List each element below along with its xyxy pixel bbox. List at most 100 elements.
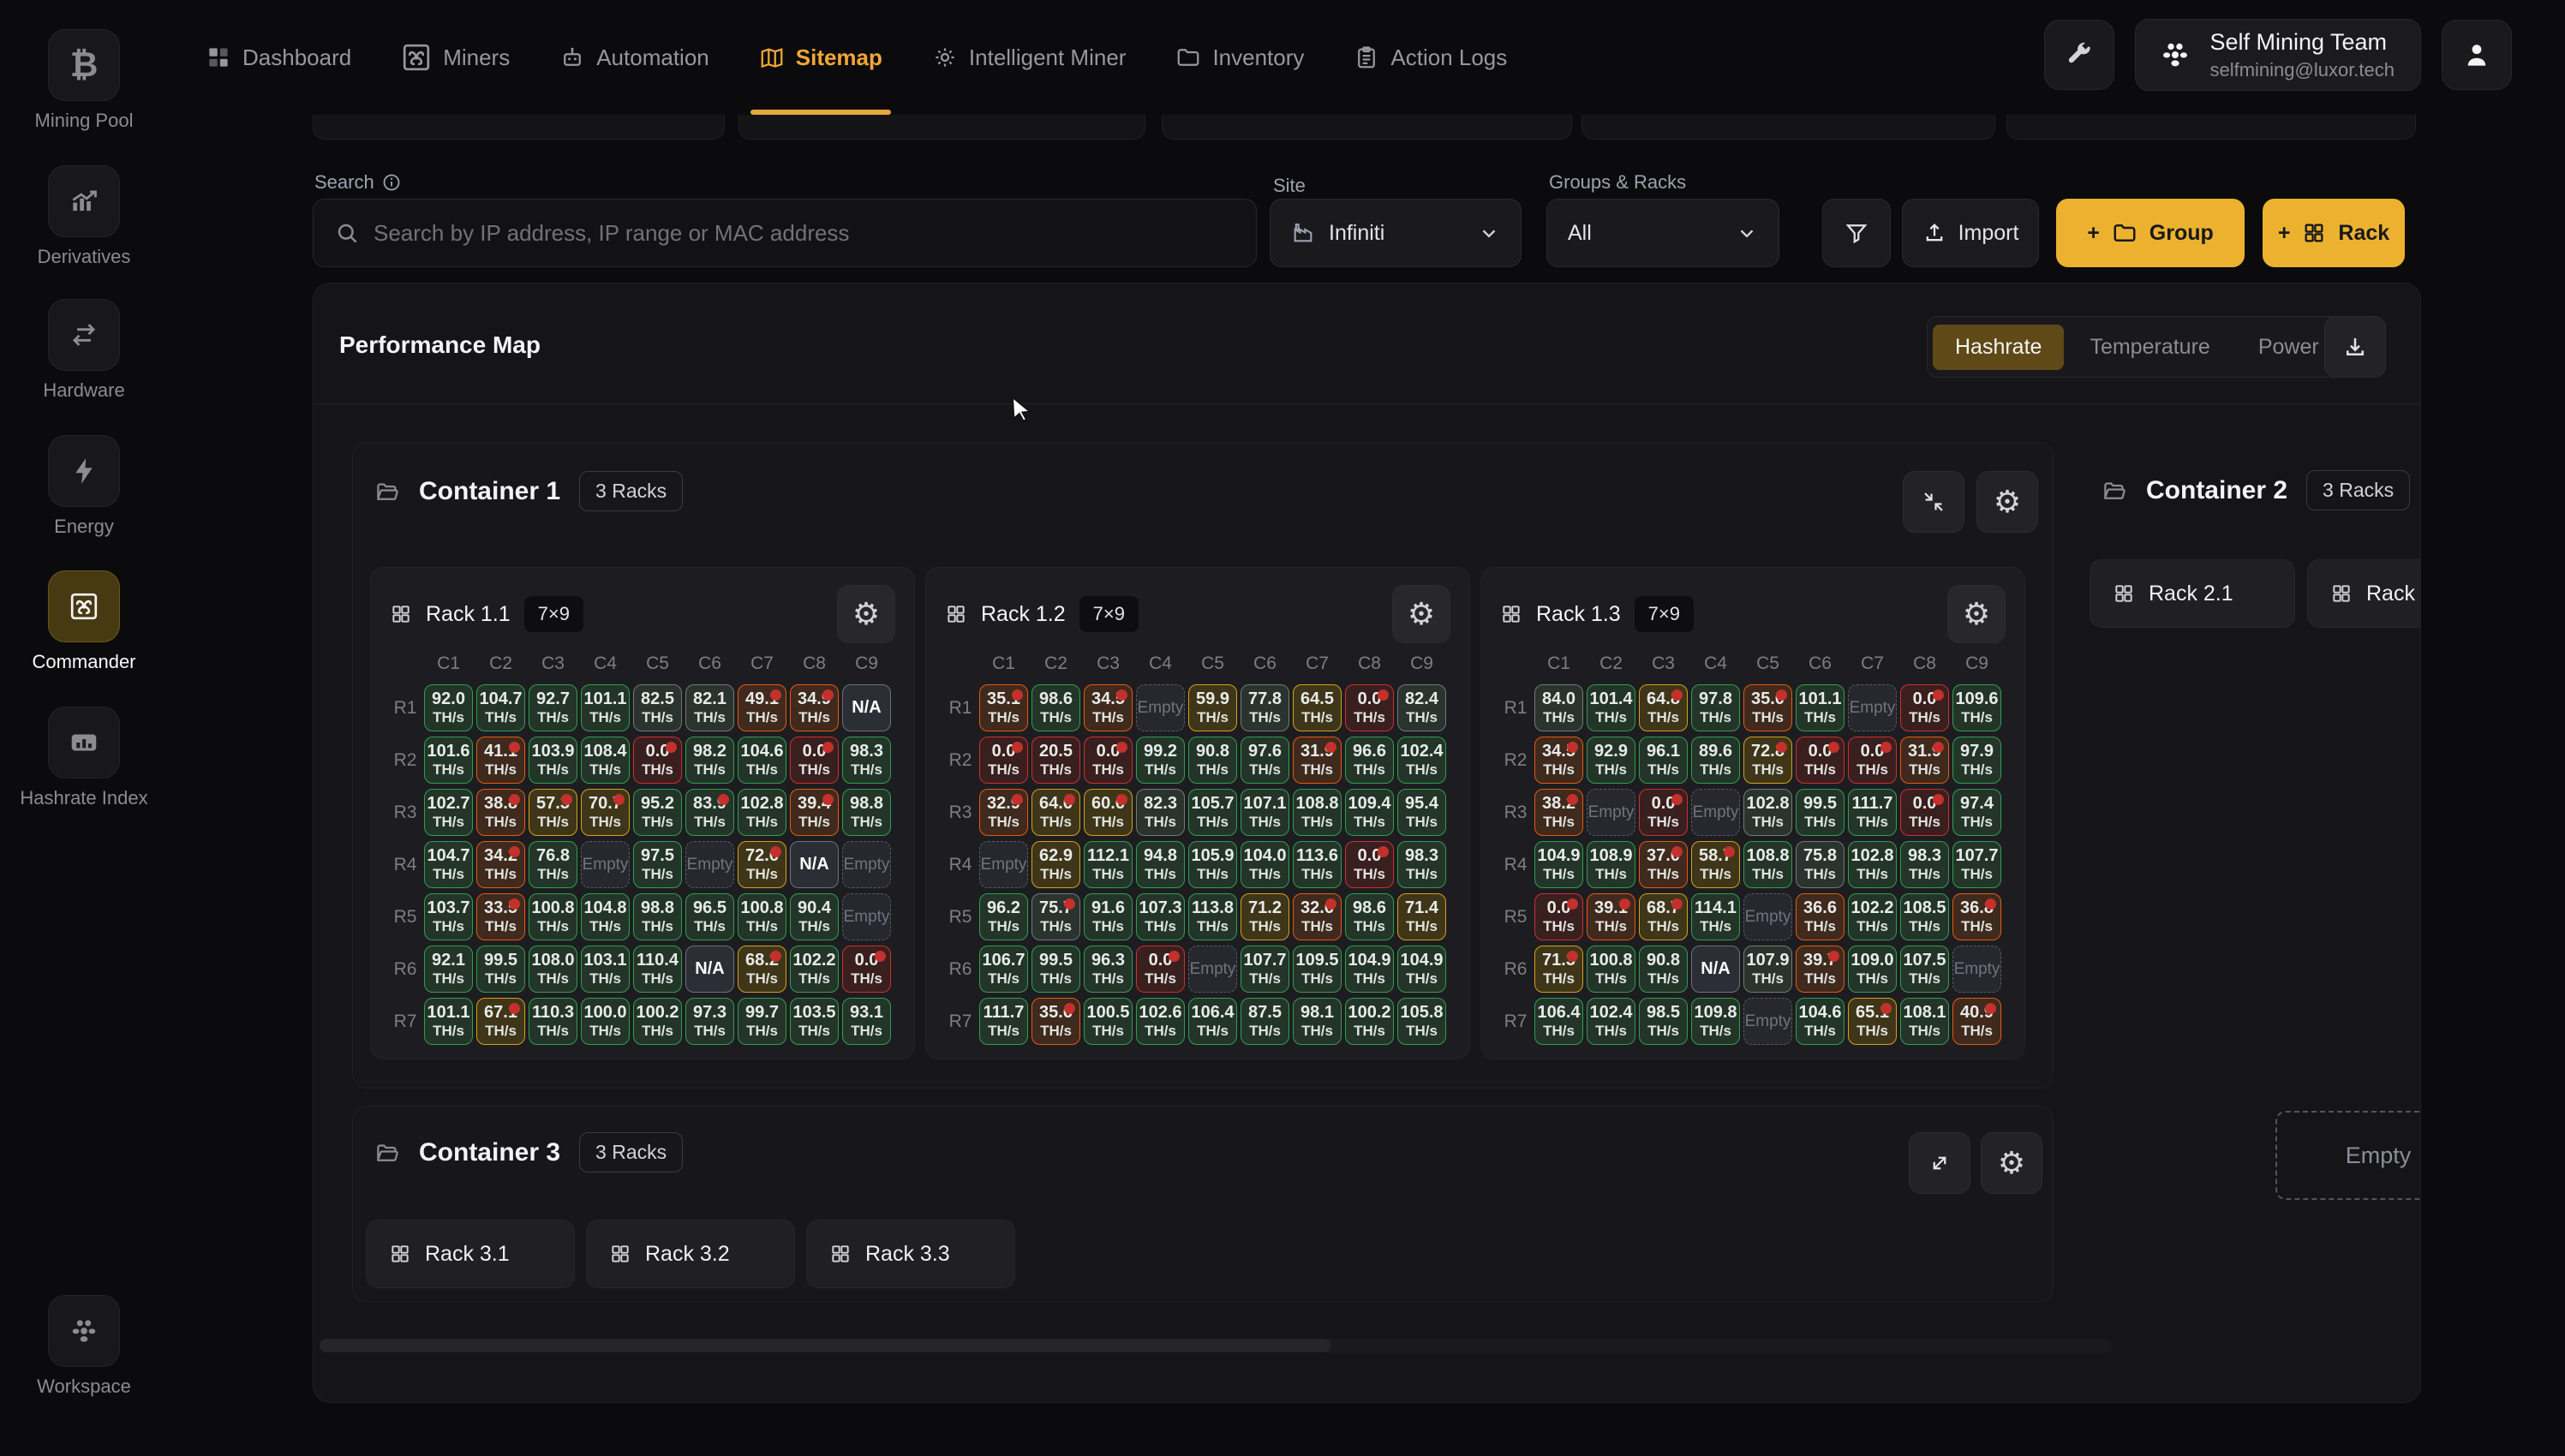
miner-cell[interactable]: 93.1TH/s [842, 998, 891, 1045]
account-button[interactable] [2442, 20, 2512, 90]
miner-cell[interactable]: 90.8TH/s [1639, 946, 1688, 993]
sidebar-button[interactable] [48, 299, 120, 371]
miner-cell[interactable]: 0.0TH/s [1796, 737, 1845, 784]
miner-cell[interactable]: 103.9TH/s [529, 737, 577, 784]
miner-cell[interactable]: 65.1TH/s [1848, 998, 1897, 1045]
miner-cell[interactable]: 101.1TH/s [581, 684, 630, 731]
miner-cell[interactable]: 72.8TH/s [1743, 737, 1792, 784]
miner-cell[interactable]: 104.9TH/s [1345, 946, 1394, 993]
miner-cell[interactable]: 35.1TH/s [979, 684, 1028, 731]
nav-tab-sitemap[interactable]: Sitemap [759, 0, 882, 115]
miner-cell[interactable]: 110.4TH/s [633, 946, 682, 993]
miner-cell[interactable]: 111.7TH/s [979, 998, 1028, 1045]
miner-cell[interactable]: 90.8TH/s [1188, 737, 1237, 784]
rack-chip-rack-2.1[interactable]: Rack 2.1 [2090, 559, 2295, 628]
miner-cell[interactable]: 0.0TH/s [633, 737, 682, 784]
miner-cell[interactable]: 99.7TH/s [738, 998, 786, 1045]
miner-cell[interactable]: 113.8TH/s [1188, 893, 1237, 940]
miner-cell[interactable]: 107.3TH/s [1136, 893, 1185, 940]
miner-cell[interactable]: 82.4TH/s [1397, 684, 1446, 731]
miner-cell[interactable]: 95.2TH/s [633, 789, 682, 836]
miner-cell[interactable]: 82.1TH/s [685, 684, 734, 731]
miner-cell[interactable]: 109.0TH/s [1848, 946, 1897, 993]
miner-cell[interactable]: 0.0TH/s [1900, 684, 1949, 731]
nav-tab-intelligent-miner[interactable]: Intelligent Miner [932, 0, 1127, 115]
miner-cell[interactable]: 98.2TH/s [685, 737, 734, 784]
miner-cell[interactable]: 104.6TH/s [1796, 998, 1845, 1045]
miner-cell[interactable]: 100.8TH/s [738, 893, 786, 940]
miner-cell[interactable]: 108.8TH/s [1293, 789, 1342, 836]
miner-cell[interactable]: 31.9TH/s [1293, 737, 1342, 784]
miner-cell[interactable]: 98.5TH/s [1639, 998, 1688, 1045]
add-rack-button[interactable]: + Rack [2263, 199, 2405, 267]
miner-cell[interactable]: Empty [685, 841, 734, 888]
miner-cell[interactable]: 64.5TH/s [1293, 684, 1342, 731]
miner-cell[interactable]: 82.5TH/s [633, 684, 682, 731]
miner-cell[interactable]: 97.8TH/s [1691, 684, 1740, 731]
miner-cell[interactable]: 109.4TH/s [1345, 789, 1394, 836]
miner-cell[interactable]: 104.7TH/s [476, 684, 525, 731]
miner-cell[interactable]: 36.6TH/s [1796, 893, 1845, 940]
miner-cell[interactable]: 105.8TH/s [1397, 998, 1446, 1045]
miner-cell[interactable]: 0.0TH/s [1848, 737, 1897, 784]
miner-cell[interactable]: 68.2TH/s [738, 946, 786, 993]
miner-cell[interactable]: 96.5TH/s [685, 893, 734, 940]
miner-cell[interactable]: 89.6TH/s [1691, 737, 1740, 784]
miner-cell[interactable]: 103.1TH/s [581, 946, 630, 993]
sidebar-button[interactable]: ₿ [48, 29, 120, 101]
miner-cell[interactable]: 100.8TH/s [1587, 946, 1635, 993]
miner-cell[interactable]: 41.1TH/s [476, 737, 525, 784]
miner-cell[interactable]: 110.3TH/s [529, 998, 577, 1045]
miner-cell[interactable]: 98.1TH/s [1293, 998, 1342, 1045]
miner-cell[interactable]: 104.9TH/s [1534, 841, 1583, 888]
miner-cell[interactable]: 83.9TH/s [685, 789, 734, 836]
miner-cell[interactable]: 35.6TH/s [1031, 998, 1080, 1045]
miner-cell[interactable]: 104.7TH/s [424, 841, 473, 888]
miner-cell[interactable]: Empty [1743, 893, 1792, 940]
miner-cell[interactable]: 75.7TH/s [1031, 893, 1080, 940]
miner-cell[interactable]: 0.0TH/s [790, 737, 839, 784]
miner-cell[interactable]: 0.0TH/s [1345, 841, 1394, 888]
miner-cell[interactable]: 108.5TH/s [1900, 893, 1949, 940]
miner-cell[interactable]: 108.9TH/s [1587, 841, 1635, 888]
miner-cell[interactable]: 103.7TH/s [424, 893, 473, 940]
miner-cell[interactable]: 99.2TH/s [1136, 737, 1185, 784]
miner-cell[interactable]: 99.5TH/s [476, 946, 525, 993]
miner-cell[interactable]: 49.1TH/s [738, 684, 786, 731]
miner-cell[interactable]: 33.5TH/s [476, 893, 525, 940]
miner-cell[interactable]: 101.4TH/s [1587, 684, 1635, 731]
miner-cell[interactable]: 98.8TH/s [633, 893, 682, 940]
groups-racks-select[interactable]: All [1546, 199, 1779, 267]
miner-cell[interactable]: 108.0TH/s [529, 946, 577, 993]
miner-cell[interactable]: 107.7TH/s [1241, 946, 1289, 993]
miner-cell[interactable]: N/A [1691, 946, 1740, 993]
miner-cell[interactable]: 39.7TH/s [1796, 946, 1845, 993]
miner-cell[interactable]: 92.0TH/s [424, 684, 473, 731]
miner-cell[interactable]: 0.0TH/s [1639, 789, 1688, 836]
miner-cell[interactable]: 106.4TH/s [1534, 998, 1583, 1045]
miner-cell[interactable]: 100.0TH/s [581, 998, 630, 1045]
miner-cell[interactable]: 0.0TH/s [1136, 946, 1185, 993]
miner-cell[interactable]: 97.5TH/s [633, 841, 682, 888]
sidebar-button[interactable] [48, 435, 120, 507]
nav-tab-automation[interactable]: Automation [559, 0, 709, 115]
miner-cell[interactable]: 38.2TH/s [1534, 789, 1583, 836]
rack-chip-rack-3.1[interactable]: Rack 3.1 [366, 1220, 575, 1288]
miner-cell[interactable]: 91.6TH/s [1084, 893, 1133, 940]
miner-cell[interactable]: 104.6TH/s [738, 737, 786, 784]
miner-cell[interactable]: 114.1TH/s [1691, 893, 1740, 940]
miner-cell[interactable]: 102.7TH/s [424, 789, 473, 836]
miner-cell[interactable]: 102.8TH/s [1743, 789, 1792, 836]
miner-cell[interactable]: 107.1TH/s [1241, 789, 1289, 836]
nav-tab-inventory[interactable]: Inventory [1175, 0, 1304, 115]
miner-cell[interactable]: 102.6TH/s [1136, 998, 1185, 1045]
miner-cell[interactable]: 97.3TH/s [685, 998, 734, 1045]
miner-cell[interactable]: Empty [1188, 946, 1237, 993]
miner-cell[interactable]: 40.9TH/s [1952, 998, 2001, 1045]
miner-cell[interactable]: 111.7TH/s [1848, 789, 1897, 836]
miner-cell[interactable]: 107.7TH/s [1952, 841, 2001, 888]
tab-temperature[interactable]: Temperature [2067, 325, 2232, 370]
container-settings-button[interactable]: ⚙ [1981, 1132, 2042, 1194]
miner-cell[interactable]: 0.0TH/s [1345, 684, 1394, 731]
sidebar-item-commander[interactable]: Commander [0, 570, 168, 673]
